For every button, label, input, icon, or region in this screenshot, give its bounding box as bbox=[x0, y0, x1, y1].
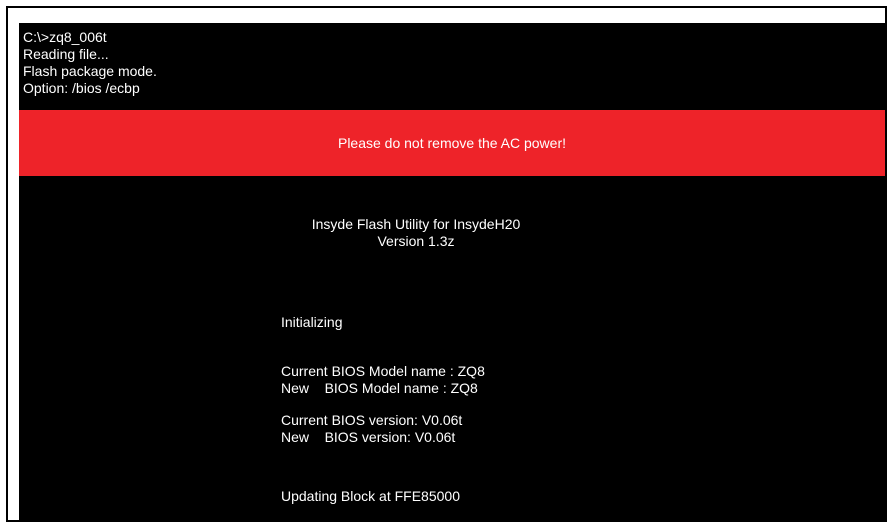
warning-text: Please do not remove the AC power! bbox=[337, 134, 567, 151]
updating-status: Updating Block at FFE85000 bbox=[281, 488, 460, 505]
ac-power-warning-banner: Please do not remove the AC power! bbox=[19, 110, 885, 176]
console-command-line: C:\>zq8_006t bbox=[23, 29, 107, 45]
utility-header: Insyde Flash Utility for InsydeH20 Versi… bbox=[19, 216, 885, 250]
new-bios-model: New BIOS Model name : ZQ8 bbox=[281, 380, 478, 396]
initializing-status: Initializing bbox=[281, 314, 342, 331]
bios-model-block: Current BIOS Model name : ZQ8 New BIOS M… bbox=[281, 363, 485, 397]
console-mode-line: Flash package mode. bbox=[23, 63, 157, 79]
utility-version: Version 1.3z bbox=[377, 233, 455, 249]
flash-console-screen: C:\>zq8_006t Reading file... Flash packa… bbox=[19, 23, 885, 521]
console-output: C:\>zq8_006t Reading file... Flash packa… bbox=[23, 29, 157, 97]
console-reading-line: Reading file... bbox=[23, 46, 109, 62]
current-bios-model: Current BIOS Model name : ZQ8 bbox=[281, 363, 485, 379]
updating-block-text: Updating Block at FFE85000 bbox=[281, 488, 460, 504]
new-bios-version: New BIOS version: V0.06t bbox=[281, 429, 456, 445]
current-bios-version: Current BIOS version: V0.06t bbox=[281, 412, 463, 428]
bios-version-block: Current BIOS version: V0.06t New BIOS ve… bbox=[281, 412, 462, 446]
utility-title: Insyde Flash Utility for InsydeH20 bbox=[311, 216, 521, 232]
console-option-line: Option: /bios /ecbp bbox=[23, 80, 140, 96]
initializing-text: Initializing bbox=[281, 314, 343, 330]
